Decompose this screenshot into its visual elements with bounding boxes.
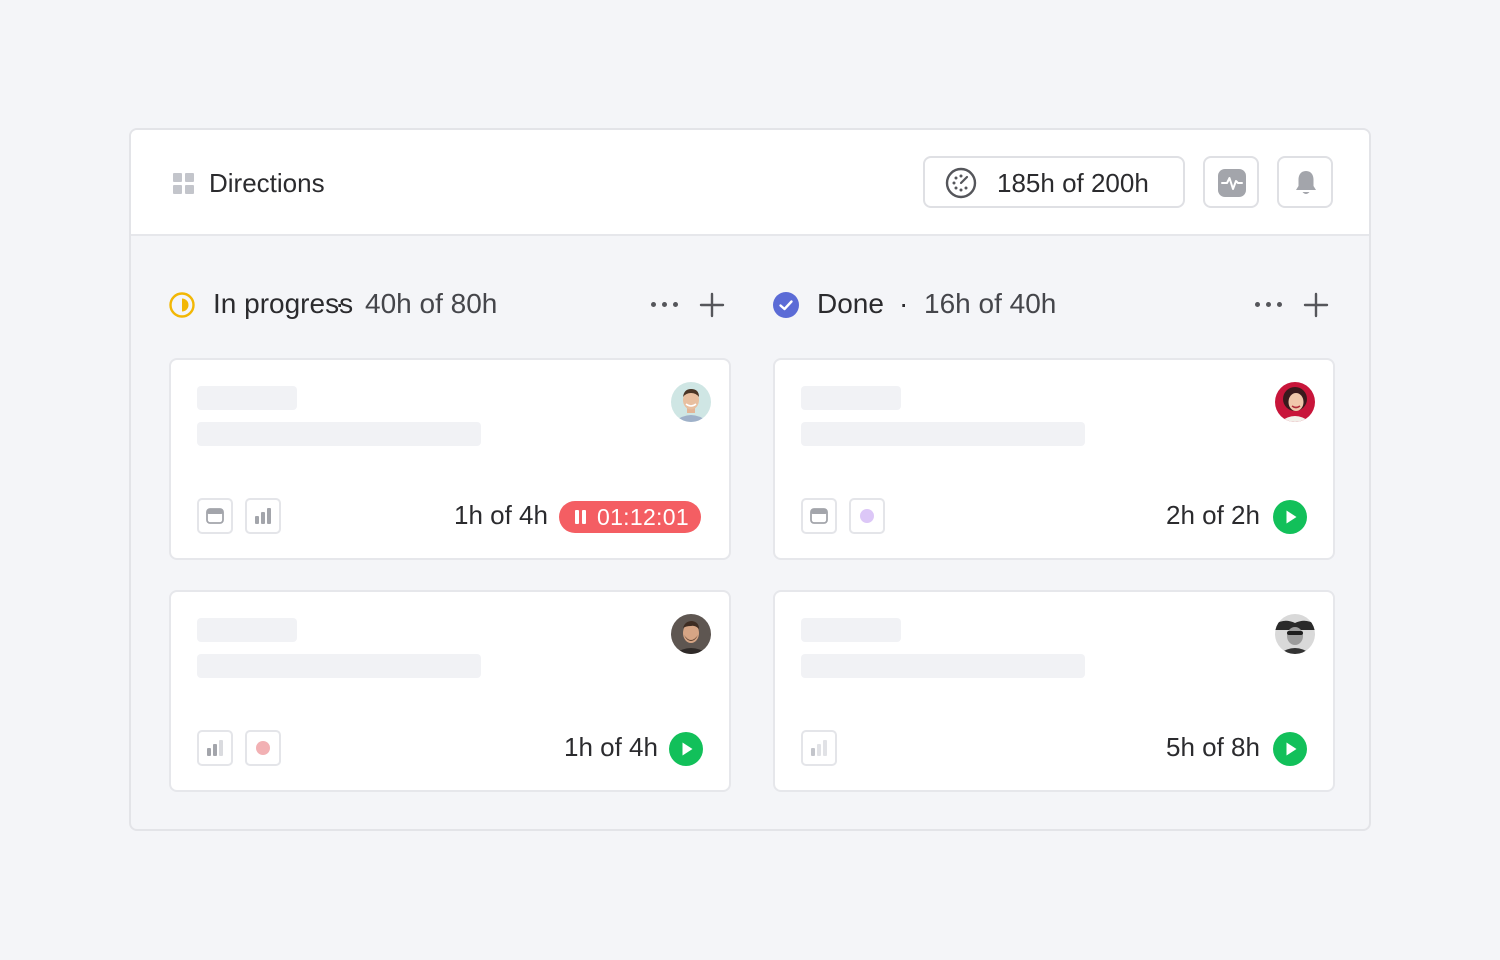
start-timer-button[interactable] bbox=[669, 732, 703, 766]
more-options-icon[interactable] bbox=[651, 302, 679, 308]
description-placeholder bbox=[197, 422, 481, 446]
label-tag[interactable] bbox=[245, 730, 281, 766]
avatar[interactable] bbox=[671, 614, 711, 654]
total-hours-button[interactable]: 185h of 200h bbox=[923, 156, 1185, 208]
activity-icon bbox=[1218, 169, 1246, 197]
priority-tag[interactable] bbox=[801, 730, 837, 766]
panel-header: Directions 185h of 200h bbox=[131, 130, 1369, 236]
grid-icon[interactable] bbox=[173, 173, 195, 195]
task-card[interactable]: 1h of 4h bbox=[169, 590, 731, 792]
task-card[interactable]: 5h of 8h bbox=[773, 590, 1335, 792]
calendar-icon bbox=[810, 508, 828, 524]
title-placeholder bbox=[197, 386, 297, 410]
avatar[interactable] bbox=[671, 382, 711, 422]
bell-icon bbox=[1296, 171, 1316, 194]
card-hours: 2h of 2h bbox=[1166, 500, 1260, 530]
more-options-icon[interactable] bbox=[1255, 302, 1283, 308]
page-title: Directions bbox=[209, 168, 325, 198]
description-placeholder bbox=[801, 654, 1085, 678]
in-progress-icon bbox=[169, 292, 195, 318]
label-tag[interactable] bbox=[849, 498, 885, 534]
card-hours: 1h of 4h bbox=[564, 732, 658, 762]
play-icon bbox=[1273, 732, 1307, 766]
start-timer-button[interactable] bbox=[1273, 732, 1307, 766]
priority-tag[interactable] bbox=[245, 498, 281, 534]
red-dot bbox=[256, 741, 270, 755]
avatar[interactable] bbox=[1275, 382, 1315, 422]
activity-button[interactable] bbox=[1203, 156, 1259, 208]
task-card[interactable]: 2h of 2h bbox=[773, 358, 1335, 560]
notifications-button[interactable] bbox=[1277, 156, 1333, 208]
directions-panel: Directions 185h of 200h In progress · 40… bbox=[129, 128, 1371, 831]
add-card-icon[interactable] bbox=[699, 292, 725, 318]
title-placeholder bbox=[801, 386, 901, 410]
column-title: Done bbox=[817, 288, 884, 319]
done-check-icon bbox=[773, 292, 799, 318]
column-done: Done · 16h of 40h 2h of 2h 5h of 8h bbox=[773, 280, 1335, 792]
column-hours: 16h of 40h bbox=[924, 288, 1057, 319]
card-hours: 5h of 8h bbox=[1166, 732, 1260, 762]
task-card[interactable]: 1h of 4h 01:12:01 bbox=[169, 358, 731, 560]
add-card-icon[interactable] bbox=[1303, 292, 1329, 318]
total-hours-label: 185h of 200h bbox=[997, 168, 1149, 198]
pause-icon bbox=[575, 510, 587, 524]
calendar-tag[interactable] bbox=[801, 498, 837, 534]
column-in-progress: In progress · 40h of 80h 1h of 4h 01:12:… bbox=[169, 280, 731, 792]
column-header: Done · 16h of 40h bbox=[773, 280, 1335, 330]
column-title: In progress bbox=[213, 288, 354, 319]
purple-dot bbox=[860, 509, 874, 523]
calendar-icon bbox=[206, 508, 224, 524]
timer-value: 01:12:01 bbox=[597, 504, 689, 530]
play-icon bbox=[1273, 500, 1307, 534]
column-header: In progress · 40h of 80h bbox=[169, 280, 731, 330]
title-placeholder bbox=[197, 618, 297, 642]
description-placeholder bbox=[801, 422, 1085, 446]
column-hours: 40h of 80h bbox=[365, 288, 498, 319]
priority-tag[interactable] bbox=[197, 730, 233, 766]
separator-dot: · bbox=[335, 288, 345, 319]
chart-bars-faded-icon bbox=[811, 740, 827, 756]
gauge-icon bbox=[945, 167, 977, 199]
play-icon bbox=[669, 732, 703, 766]
chart-bars-icon bbox=[255, 508, 271, 524]
description-placeholder bbox=[197, 654, 481, 678]
chart-bars-icon bbox=[207, 740, 223, 756]
card-hours: 1h of 4h bbox=[454, 500, 548, 530]
running-timer-button[interactable]: 01:12:01 bbox=[559, 501, 701, 533]
calendar-tag[interactable] bbox=[197, 498, 233, 534]
avatar[interactable] bbox=[1275, 614, 1315, 654]
separator-dot: · bbox=[899, 288, 909, 319]
title-placeholder bbox=[801, 618, 901, 642]
start-timer-button[interactable] bbox=[1273, 500, 1307, 534]
